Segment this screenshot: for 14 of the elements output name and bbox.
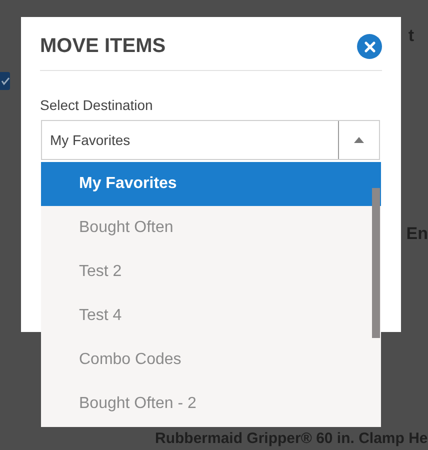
close-icon — [364, 40, 376, 52]
destination-select[interactable]: My Favorites — [41, 120, 380, 160]
scrollbar[interactable] — [372, 188, 380, 338]
dialog-title: MOVE ITEMS — [40, 35, 166, 58]
dropdown-option[interactable]: Test 2 — [41, 250, 381, 294]
dropdown-option[interactable]: Bought Often — [41, 206, 381, 250]
dropdown-option[interactable]: My Favorites — [41, 162, 381, 206]
close-button[interactable] — [357, 34, 382, 59]
dropdown-option[interactable]: Combo Codes — [41, 338, 381, 382]
caret-icon — [354, 137, 364, 143]
dropdown-option[interactable]: Bought Often - 2 — [41, 382, 381, 426]
checkbox[interactable] — [0, 72, 10, 90]
field-label: Select Destination — [40, 97, 154, 113]
dropdown-option[interactable]: Test 4 — [41, 294, 381, 338]
